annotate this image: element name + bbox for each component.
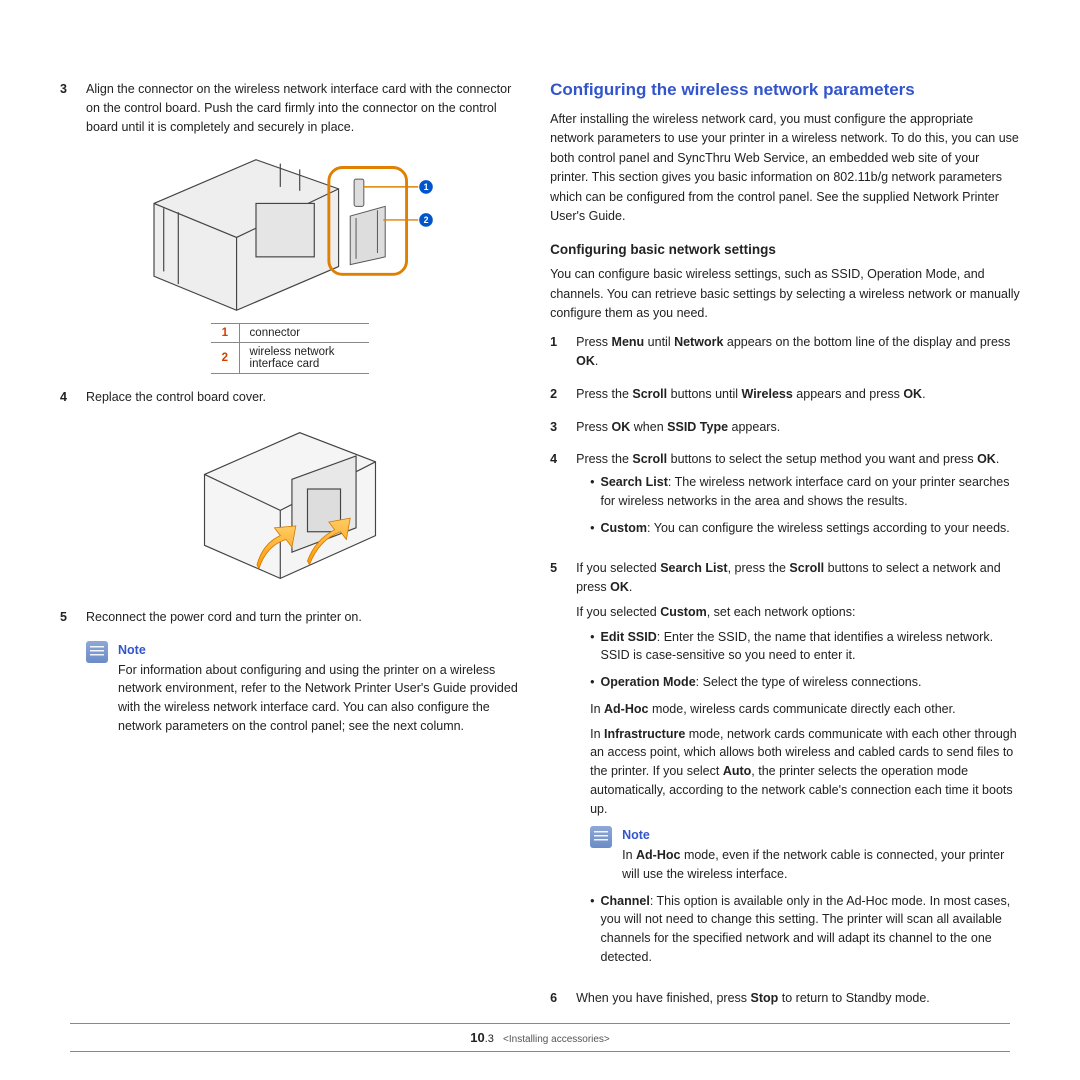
step-number: 2	[550, 385, 576, 404]
right-step-3: 3 Press OK when SSID Type appears.	[550, 418, 1020, 437]
step-number: 4	[60, 388, 86, 407]
right-step-2: 2 Press the Scroll buttons until Wireles…	[550, 385, 1020, 404]
step-number: 1	[550, 333, 576, 371]
subsection-title: Configuring basic network settings	[550, 242, 1020, 257]
page-footer: 10.3 <Installing accessories>	[70, 1023, 1010, 1052]
sub-intro-paragraph: You can configure basic wireless setting…	[550, 265, 1020, 323]
step-text: Press the Scroll buttons until Wireless …	[576, 385, 1020, 404]
legend-num: 2	[211, 343, 239, 374]
page-sub: .3	[485, 1033, 494, 1045]
note-icon	[590, 826, 612, 848]
step-text: If you selected Search List, press the S…	[576, 559, 1020, 974]
page-number: 10	[470, 1030, 484, 1045]
right-step-4: 4 Press the Scroll buttons to select the…	[550, 450, 1020, 545]
step-text: Press Menu until Network appears on the …	[576, 333, 1020, 371]
right-step-5: 5 If you selected Search List, press the…	[550, 559, 1020, 974]
right-step-6: 6 When you have finished, press Stop to …	[550, 989, 1020, 1008]
legend-label: wireless network interface card	[239, 343, 369, 374]
legend-label: connector	[239, 324, 369, 343]
printer-illustration-2	[180, 421, 400, 591]
step-text: Align the connector on the wireless netw…	[86, 80, 520, 136]
step-3: 3 Align the connector on the wireless ne…	[60, 80, 520, 136]
right-column: Configuring the wireless network paramet…	[550, 80, 1020, 1021]
step-text: Press OK when SSID Type appears.	[576, 418, 1020, 437]
step-text: Replace the control board cover.	[86, 388, 520, 407]
intro-paragraph: After installing the wireless network ca…	[550, 110, 1020, 226]
left-column: 3 Align the connector on the wireless ne…	[60, 80, 520, 1021]
step-4: 4 Replace the control board cover.	[60, 388, 520, 407]
step-number: 3	[60, 80, 86, 136]
printer-illustration-1: 1 2	[140, 150, 440, 320]
step-text: Press the Scroll buttons to select the s…	[576, 450, 1020, 545]
note-icon	[86, 641, 108, 663]
note-text: In Ad-Hoc mode, even if the network cabl…	[622, 846, 1020, 884]
step-number: 3	[550, 418, 576, 437]
figure-printer-callout: 1 2 1 connector 2 wireless network inter…	[60, 150, 520, 374]
callout-2-icon: 2	[419, 213, 433, 227]
step-number: 4	[550, 450, 576, 545]
note-title: Note	[622, 826, 1020, 845]
right-step-1: 1 Press Menu until Network appears on th…	[550, 333, 1020, 371]
step-text: Reconnect the power cord and turn the pr…	[86, 608, 520, 627]
note-block: Note In Ad-Hoc mode, even if the network…	[590, 826, 1020, 883]
legend-num: 1	[211, 324, 239, 343]
step-text: When you have finished, press Stop to re…	[576, 989, 1020, 1008]
note-title: Note	[118, 641, 520, 660]
section-title: Configuring the wireless network paramet…	[550, 80, 1020, 100]
figure-printer-cover	[60, 421, 520, 594]
note-block: Note For information about configuring a…	[86, 641, 520, 736]
step-5: 5 Reconnect the power cord and turn the …	[60, 608, 520, 627]
step-number: 5	[550, 559, 576, 974]
svg-text:2: 2	[424, 215, 429, 225]
callout-1-icon: 1	[419, 180, 433, 194]
step-number: 6	[550, 989, 576, 1008]
callout-legend: 1 connector 2 wireless network interface…	[211, 323, 369, 374]
footer-section: <Installing accessories>	[503, 1034, 610, 1045]
step-number: 5	[60, 608, 86, 627]
note-text: For information about configuring and us…	[118, 661, 520, 736]
svg-text:1: 1	[424, 182, 429, 192]
